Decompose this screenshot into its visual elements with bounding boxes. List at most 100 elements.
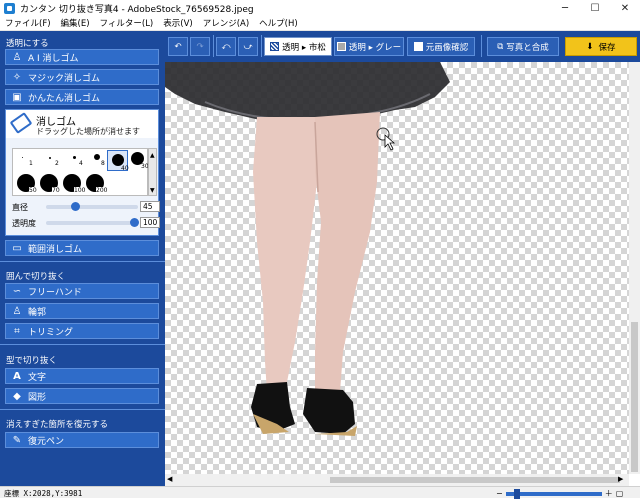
undo-button[interactable]: ↶ (168, 37, 188, 56)
horizontal-scroll-thumb[interactable] (330, 477, 620, 483)
opacity-row: 透明度 100 (12, 217, 160, 229)
range-square-icon: ▭ (12, 242, 22, 254)
menu-filter[interactable]: フィルター(L) (95, 17, 159, 29)
window-title: カンタン 切り抜き写真4 - AdobeStock_76569528.jpeg (20, 4, 254, 15)
easy-erase-button[interactable]: ▣ かんたん消しゴム (5, 89, 159, 105)
scroll-up-icon: ▲ (150, 152, 155, 159)
diameter-input[interactable]: 45 (140, 201, 160, 212)
zoom-control: − ＋ ▢ (496, 488, 623, 499)
close-button[interactable]: ✕ (610, 0, 640, 16)
coordinates-readout: 座標 X:2028,Y:3981 (4, 489, 83, 498)
vertical-scroll-thumb[interactable] (631, 322, 638, 472)
cursor-arrow-icon (384, 134, 396, 151)
menu-file[interactable]: ファイル(F) (0, 17, 56, 29)
section-enclose-cut: 囲んで切り抜く (6, 272, 66, 282)
text-a-icon: A (13, 370, 21, 382)
zoom-in-icon[interactable]: ＋ (605, 488, 613, 499)
section-shape-cut: 型で切り抜く (6, 356, 58, 366)
white-square-icon (413, 42, 423, 51)
original-check-toggle[interactable]: 元画像確認 (407, 37, 475, 56)
magic-wand-icon: ✧ (12, 71, 22, 83)
right-shoe (303, 388, 355, 434)
opacity-slider-knob[interactable] (130, 218, 139, 227)
diameter-row: 直径 45 (12, 201, 160, 213)
checker-icon (270, 42, 280, 51)
menu-view[interactable]: 表示(V) (158, 17, 197, 29)
diameter-label: 直径 (12, 203, 28, 212)
right-leg (315, 112, 380, 397)
eraser-panel: 消しゴム ドラッグした場所が消せます 1 2 4 8 40 30 50 70 1… (5, 109, 160, 236)
bg-gray-toggle[interactable]: 透明 ▸ グレー (334, 37, 404, 56)
menu-arrange[interactable]: アレンジ(A) (198, 17, 254, 29)
eraser-icon (9, 112, 33, 134)
download-icon: ⬇ (586, 41, 594, 52)
section-make-transparent: 透明にする (6, 39, 49, 49)
lasso-icon: ∽ (12, 285, 22, 297)
divider (0, 344, 165, 345)
photo-compose-icon: ⧉ (497, 41, 504, 52)
section-restore: 消えすぎた箇所を復元する (6, 420, 109, 430)
minimize-button[interactable]: ─ (550, 0, 580, 16)
pen-icon: ✎ (12, 434, 22, 446)
title-bar: カンタン 切り抜き写真4 - AdobeStock_76569528.jpeg … (0, 0, 640, 16)
photo-layer (165, 62, 450, 436)
freehand-button[interactable]: ∽ フリーハンド (5, 283, 159, 299)
trimming-button[interactable]: ⌗ トリミング (5, 323, 159, 339)
left-leg (253, 117, 317, 392)
zoom-out-icon[interactable]: − (496, 489, 503, 498)
person-icon: ♙ (12, 51, 22, 63)
status-bar: 座標 X:2028,Y:3981 − ＋ ▢ (0, 486, 640, 499)
range-erase-button[interactable]: ▭ 範囲消しゴム (5, 240, 159, 256)
toolbar-separator (213, 35, 214, 57)
menu-help[interactable]: ヘルプ(H) (254, 17, 303, 29)
eraser-header[interactable]: 消しゴム ドラッグした場所が消せます (6, 110, 158, 138)
redo-button[interactable]: ↷ (190, 37, 210, 56)
brush-size-1[interactable] (22, 157, 23, 158)
toolbar-separator (261, 35, 262, 57)
opacity-slider[interactable] (46, 218, 139, 227)
brush-size-2[interactable] (49, 157, 51, 159)
menu-edit[interactable]: 編集(E) (56, 17, 95, 29)
magic-erase-button[interactable]: ✧ マジック消しゴム (5, 69, 159, 85)
easy-eraser-icon: ▣ (12, 91, 22, 103)
zoom-slider[interactable] (505, 488, 602, 499)
diameter-slider[interactable] (46, 202, 138, 211)
person-outline-icon: ♙ (12, 305, 22, 317)
restore-pen-button[interactable]: ✎ 復元ペン (5, 432, 159, 448)
figure-button[interactable]: ◆ 図形 (5, 388, 159, 404)
brush-size-4[interactable] (73, 156, 76, 159)
left-panel: 透明にする ♙ A I 消しゴム ✧ マジック消しゴム ▣ かんたん消しゴム 消しゴム… (0, 31, 165, 486)
opacity-input[interactable]: 100 (140, 217, 160, 228)
image-canvas[interactable] (165, 62, 629, 474)
horizontal-scrollbar[interactable]: ◀ ▶ (165, 474, 629, 486)
skirt-shape (165, 62, 450, 122)
brush-grid-scrollbar[interactable]: ▲ ▼ (148, 148, 157, 196)
maximize-button[interactable]: ☐ (580, 0, 610, 16)
menu-bar: ファイル(F) 編集(E) フィルター(L) 表示(V) アレンジ(A) ヘルプ… (0, 16, 640, 31)
fit-screen-icon[interactable]: ▢ (616, 489, 624, 498)
rotate-right-button[interactable]: ⤻ (238, 37, 258, 56)
gray-square-icon (336, 42, 346, 51)
brush-size-selected[interactable]: 40 (107, 150, 129, 172)
scroll-down-icon: ▼ (150, 187, 155, 194)
scroll-right-icon[interactable]: ▶ (618, 475, 623, 483)
outline-button[interactable]: ♙ 輪郭 (5, 303, 159, 319)
brush-size-8[interactable] (94, 154, 100, 160)
scroll-left-icon[interactable]: ◀ (167, 475, 172, 483)
save-button[interactable]: ⬇ 保存 (565, 37, 637, 56)
bg-checker-toggle[interactable]: 透明 ▸ 市松 (264, 37, 332, 56)
toolbar-separator (481, 35, 482, 57)
zoom-slider-knob[interactable] (513, 488, 520, 499)
vertical-scrollbar[interactable] (629, 62, 640, 474)
diameter-slider-knob[interactable] (71, 202, 80, 211)
rotate-left-button[interactable]: ⤺ (216, 37, 236, 56)
crop-icon: ⌗ (14, 325, 20, 337)
app-icon (4, 2, 15, 14)
divider (0, 409, 165, 410)
brush-size-grid[interactable]: 1 2 4 8 40 30 50 70 100 200 (12, 148, 149, 196)
compose-button[interactable]: ⧉ 写真と合成 (487, 37, 559, 56)
ai-erase-button[interactable]: ♙ A I 消しゴム (5, 49, 159, 65)
text-button[interactable]: A 文字 (5, 368, 159, 384)
eraser-description: ドラッグした場所が消せます (36, 127, 140, 136)
opacity-label: 透明度 (12, 219, 36, 228)
